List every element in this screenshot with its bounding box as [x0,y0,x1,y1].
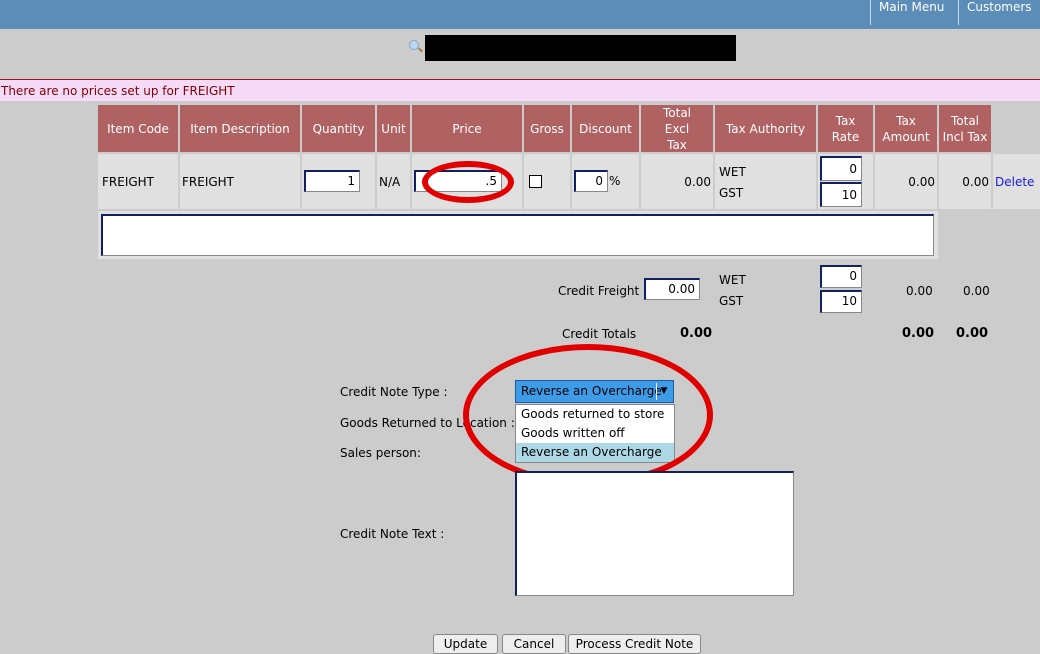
redacted-search-field[interactable] [425,35,736,61]
freight-total-incl: 0.00 [963,284,990,298]
update-button[interactable]: Update [433,634,498,654]
cell-tax-amount: 0.00 [875,154,937,209]
credit-note-text-label: Credit Note Text : [340,527,445,541]
col-item-description: Item Description [180,105,300,152]
col-quantity: Quantity [302,105,375,152]
error-message: There are no prices set up for FREIGHT [0,79,1040,101]
col-gross: Gross [524,105,570,152]
col-tax-amount: Tax Amount [875,105,937,152]
tax-authority-gst: GST [719,186,744,200]
discount-unit: % [609,174,621,188]
col-discount: Discount [572,105,639,152]
freight-tax-amount: 0.00 [906,284,933,298]
totals-incl: 0.00 [956,326,989,341]
item-narrative-textarea[interactable] [101,214,934,256]
cell-tax-authority [715,154,816,209]
col-unit: Unit [377,105,410,152]
nav-label: Customers [967,0,1032,14]
col-total-excl: Total Excl Tax [641,105,713,152]
quantity-input[interactable]: 1 [304,170,360,192]
nav-label: Main Menu [879,0,945,14]
col-price: Price [412,105,522,152]
cell-total-incl: 0.00 [939,154,991,209]
credit-freight-label: Credit Freight [558,284,640,298]
col-item-code: Item Code [98,105,178,152]
freight-tax-rate-gst-input[interactable]: 10 [820,290,862,313]
delete-link[interactable]: Delete [993,154,1040,209]
cell-total-excl: 0.00 [641,154,713,209]
col-total-incl: Total Incl Tax [939,105,991,152]
credit-note-text-textarea[interactable] [515,471,794,596]
sales-person-label: Sales person: [340,446,421,460]
highlight-ring [463,344,713,486]
cell-description: FREIGHT [180,154,300,209]
discount-input[interactable]: 0 [574,170,608,192]
cell-unit: N/A [377,154,410,209]
freight-tax-gst: GST [719,294,744,308]
freight-tax-rate-wet-input[interactable]: 0 [820,265,862,288]
col-tax-rate: Tax Rate [818,105,873,152]
nav-main-menu[interactable]: Main Menu [870,0,952,25]
cell-item-code: FREIGHT [98,154,178,209]
nav-customers[interactable]: Customers [958,0,1040,25]
process-credit-note-button[interactable]: Process Credit Note [568,634,701,654]
gross-checkbox[interactable] [529,175,542,188]
totals-excl: 0.00 [680,326,713,341]
totals-tax: 0.00 [902,326,935,341]
search-icon[interactable] [409,40,419,50]
credit-totals-label: Credit Totals [562,327,637,341]
tax-rate-wet-input[interactable]: 0 [820,156,862,181]
col-tax-authority: Tax Authority [715,105,816,152]
credit-note-type-label: Credit Note Type : [340,385,448,399]
tax-authority-wet: WET [719,165,746,179]
tax-rate-gst-input[interactable]: 10 [820,182,862,207]
credit-freight-input[interactable]: 0.00 [644,278,700,300]
cancel-button[interactable]: Cancel [502,634,566,654]
freight-tax-wet: WET [719,273,746,287]
highlight-ring [422,161,514,203]
